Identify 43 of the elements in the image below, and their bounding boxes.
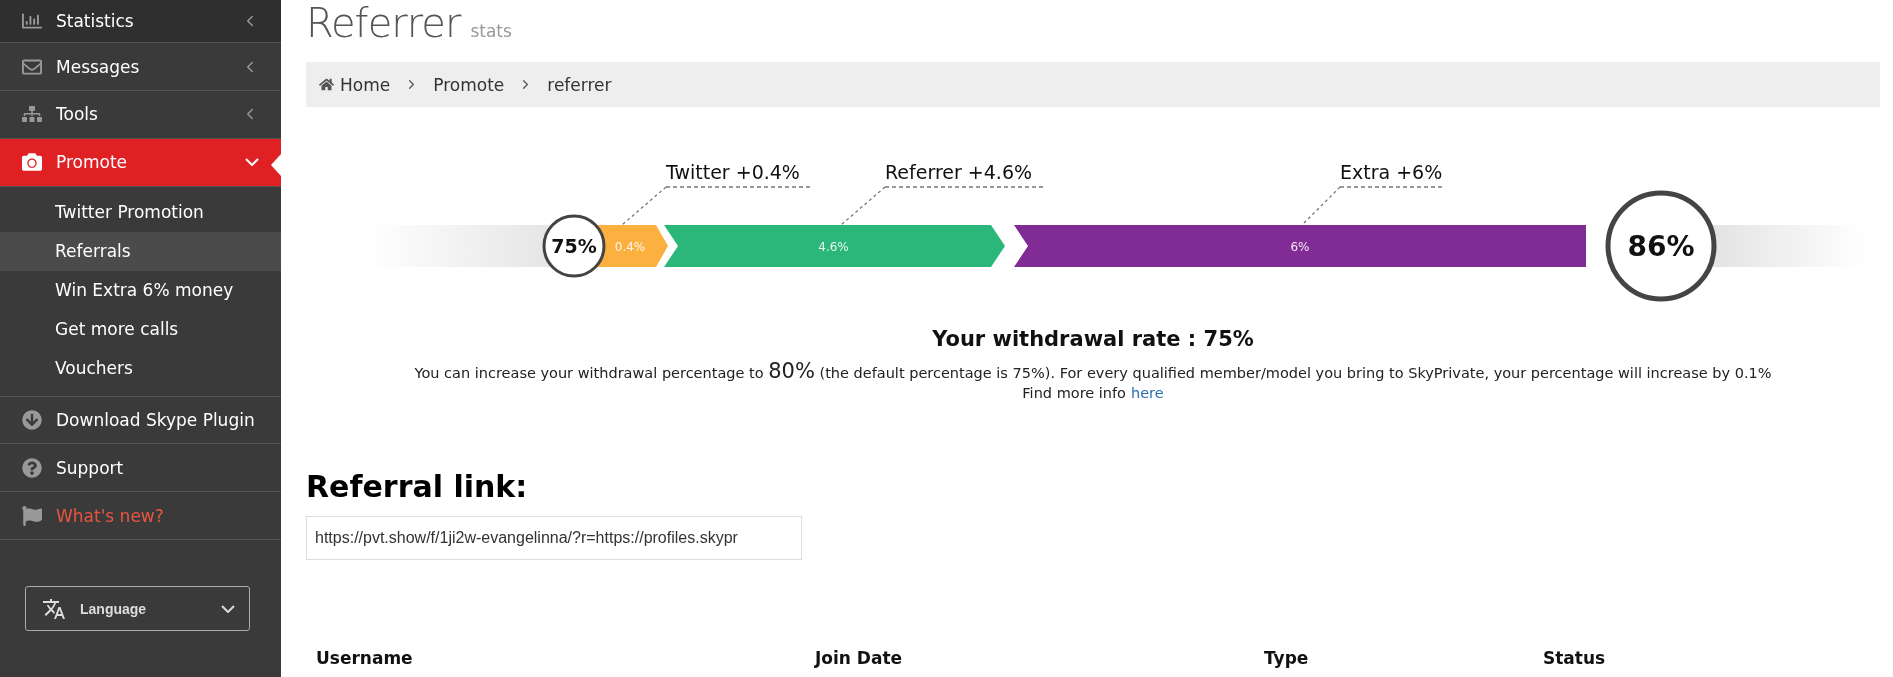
start-circle <box>542 214 606 278</box>
submenu-item[interactable]: Win Extra 6% money <box>0 270 281 310</box>
home-icon <box>319 77 334 92</box>
camera-icon <box>22 152 42 173</box>
start-rate: 75% <box>551 235 597 257</box>
info-text: Find more info <box>1022 385 1126 401</box>
segment-label: Twitter +0.4% <box>666 161 800 183</box>
sitemap-icon <box>22 104 42 125</box>
breadcrumb-label: Home <box>340 74 391 95</box>
breadcrumb-link[interactable]: Home <box>319 74 391 95</box>
submenu-item[interactable]: Vouchers <box>0 348 281 388</box>
referral-heading: Referral link: <box>306 469 529 504</box>
segment-value: 6% <box>1290 240 1310 254</box>
download-icon <box>22 409 42 430</box>
column-header: Username <box>316 648 414 668</box>
info-link[interactable]: here <box>1131 385 1164 401</box>
page-title: Referrer <box>306 0 461 46</box>
column-header: Join Date <box>815 648 904 668</box>
segment-value: 4.6% <box>818 240 849 254</box>
translate-icon <box>42 596 66 621</box>
page-subtitle: stats <box>470 21 512 41</box>
active-pointer <box>271 153 281 176</box>
submenu-item[interactable]: Referrals <box>0 231 281 271</box>
withdrawal-rate-heading: Your withdrawal rate : 75% <box>932 327 1254 351</box>
segment-value: 0.4% <box>614 240 646 254</box>
language-select[interactable]: Language <box>25 586 250 631</box>
end-rate: 86% <box>1627 230 1695 263</box>
segment-label: Referrer +4.6% <box>885 161 1033 183</box>
column-header: Status <box>1543 648 1607 668</box>
sidebar-item[interactable]: Statistics <box>0 0 281 44</box>
segment-label: Extra +6% <box>1340 161 1443 183</box>
sidebar-item[interactable]: Promote <box>0 138 281 187</box>
referral-link-field[interactable]: https://pvt.show/f/1ji2w-evangelinna/?r=https://profiles.skypr <box>306 516 802 560</box>
help-icon <box>22 457 42 478</box>
chevron-down-icon <box>221 604 235 613</box>
bar-chart-icon <box>22 11 42 32</box>
breadcrumb-link[interactable]: Promote <box>433 74 505 95</box>
flag-icon <box>22 505 42 526</box>
submenu-item[interactable]: Get more calls <box>0 309 281 349</box>
increase-description: You can increase your withdrawal percentage to 80% (the default percentage is 75%). For every qualified member/model you bring to SkyPrivate, your percentage will increase by 0.1% <box>414 359 1772 383</box>
breadcrumb-link[interactable]: referrer <box>547 74 612 95</box>
submenu-item[interactable]: Twitter Promotion <box>0 192 281 232</box>
column-header: Type <box>1264 648 1310 668</box>
